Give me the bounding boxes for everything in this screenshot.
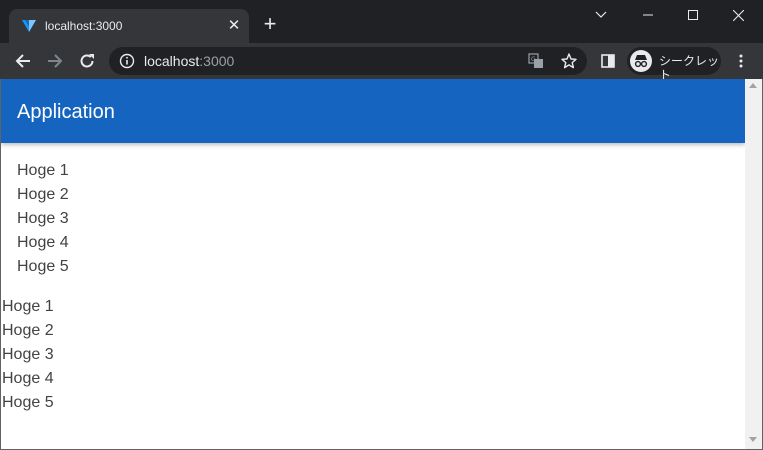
address-bar[interactable]: localhost:3000 G bbox=[109, 47, 587, 75]
list-item: Hoge 2 bbox=[17, 186, 69, 203]
list-item: Hoge 2 bbox=[2, 322, 54, 339]
vertical-scrollbar[interactable] bbox=[745, 79, 762, 449]
tab-close-icon[interactable]: ✕ bbox=[225, 17, 243, 35]
url-port: :3000 bbox=[199, 53, 235, 69]
maximize-button[interactable] bbox=[671, 0, 715, 30]
incognito-icon bbox=[634, 55, 648, 68]
vuetify-icon bbox=[22, 20, 36, 32]
app-title: Application bbox=[17, 101, 115, 123]
close-window-button[interactable] bbox=[716, 0, 760, 30]
back-button[interactable] bbox=[13, 51, 33, 71]
list-item: Hoge 5 bbox=[17, 258, 69, 275]
new-tab-button[interactable]: + bbox=[260, 13, 280, 35]
arrow-right-icon bbox=[48, 54, 63, 68]
info-icon[interactable] bbox=[119, 53, 135, 69]
reload-icon bbox=[80, 54, 94, 68]
incognito-label: シークレット bbox=[659, 54, 720, 82]
forward-button[interactable] bbox=[45, 51, 65, 71]
list-item: Hoge 3 bbox=[17, 210, 69, 227]
page-viewport: Application Hoge 1 Hoge 2 Hoge 3 Hoge 4 … bbox=[0, 79, 763, 450]
list-item: Hoge 1 bbox=[17, 162, 69, 179]
list-item: Hoge 1 bbox=[2, 298, 54, 315]
url-host: localhost bbox=[144, 53, 200, 69]
reload-button[interactable] bbox=[77, 51, 97, 71]
browser-tab[interactable]: localhost:3000 ✕ bbox=[9, 9, 249, 43]
list-item: Hoge 3 bbox=[2, 346, 54, 363]
scroll-up-arrow-icon[interactable] bbox=[749, 83, 757, 88]
tab-strip: localhost:3000 ✕ + bbox=[0, 0, 763, 43]
browser-menu-button[interactable] bbox=[731, 51, 751, 71]
incognito-profile-button[interactable]: シークレット bbox=[627, 47, 721, 82]
chevron-down-icon bbox=[595, 11, 607, 18]
side-panel-button[interactable] bbox=[598, 51, 618, 71]
minimize-icon bbox=[643, 14, 653, 16]
plain-list: Hoge 1 Hoge 2 Hoge 3 Hoge 4 Hoge 5 bbox=[2, 295, 54, 415]
browser-toolbar: localhost:3000 G シークレット bbox=[0, 43, 763, 82]
list-item: Hoge 5 bbox=[2, 394, 54, 411]
more-vertical-icon bbox=[739, 54, 743, 68]
translate-icon[interactable]: G bbox=[528, 53, 544, 69]
app-bar: Application bbox=[1, 79, 745, 143]
svg-text:G: G bbox=[531, 56, 536, 63]
tab-search-button[interactable] bbox=[579, 0, 623, 30]
side-panel-icon bbox=[601, 54, 615, 68]
bookmark-star-icon[interactable] bbox=[560, 52, 578, 70]
maximize-icon bbox=[688, 10, 698, 20]
close-icon bbox=[732, 9, 744, 21]
url-text[interactable]: localhost:3000 bbox=[144, 54, 234, 69]
list-item: Hoge 4 bbox=[2, 370, 54, 387]
minimize-button[interactable] bbox=[626, 0, 670, 30]
incognito-avatar bbox=[630, 50, 652, 72]
scroll-down-arrow-icon[interactable] bbox=[749, 437, 757, 442]
indented-list: Hoge 1 Hoge 2 Hoge 3 Hoge 4 Hoge 5 bbox=[17, 159, 69, 279]
tab-title: localhost:3000 bbox=[45, 19, 123, 33]
list-item: Hoge 4 bbox=[17, 234, 69, 251]
arrow-left-icon bbox=[15, 54, 30, 68]
